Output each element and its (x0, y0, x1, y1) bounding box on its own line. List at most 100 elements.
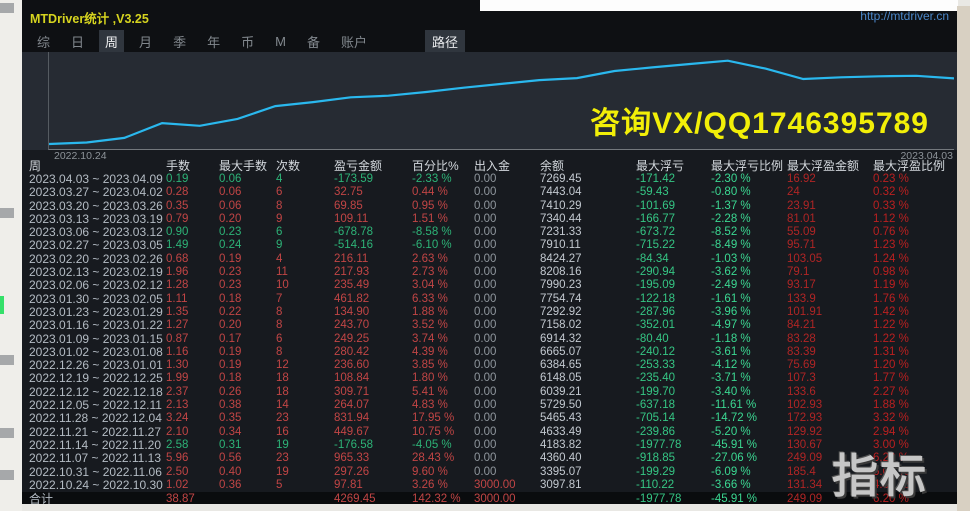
cell: 6039.21 (540, 386, 636, 399)
table-row[interactable]: 2022.11.21 ~ 2022.11.272.100.3416449.671… (22, 426, 957, 439)
cell: 109.11 (334, 213, 412, 226)
cell: 0.00 (474, 399, 540, 412)
cell: -1.18 % (711, 333, 787, 346)
cell: 461.82 (334, 293, 412, 306)
table-row[interactable]: 2023.01.30 ~ 2023.02.051.110.187461.826.… (22, 293, 957, 306)
cell: 0.24 (219, 239, 276, 252)
cell: 69.85 (334, 200, 412, 213)
cell: -6.10 % (412, 239, 474, 252)
cell: -59.43 (636, 186, 711, 199)
tab-账户[interactable]: 账户 (335, 30, 373, 53)
cell: 7910.11 (540, 239, 636, 252)
cell: 7158.02 (540, 319, 636, 332)
cell: 2022.11.14 ~ 2022.11.20 (29, 439, 166, 452)
cell: 1.22 % (873, 333, 954, 346)
cell: -514.16 (334, 239, 412, 252)
table-row[interactable]: 2023.01.09 ~ 2023.01.150.870.176249.253.… (22, 333, 957, 346)
table-row[interactable]: 2022.12.05 ~ 2022.12.112.130.3814264.074… (22, 399, 957, 412)
table-row[interactable]: 2022.10.24 ~ 2022.10.301.020.36597.813.2… (22, 479, 957, 492)
table-row[interactable]: 2022.10.31 ~ 2022.11.062.500.4019297.269… (22, 466, 957, 479)
table-row[interactable]: 2022.11.28 ~ 2022.12.043.240.3523831.941… (22, 412, 957, 425)
cell: -101.69 (636, 200, 711, 213)
cell: 7 (276, 293, 334, 306)
cell: 0.00 (474, 213, 540, 226)
cell: 2023.03.06 ~ 2023.03.12 (29, 226, 166, 239)
table-row[interactable]: 2023.01.02 ~ 2023.01.081.160.198280.424.… (22, 346, 957, 359)
cell: 3.04 % (412, 279, 474, 292)
cell: 19 (276, 466, 334, 479)
tab-综[interactable]: 综 (31, 30, 56, 53)
table-row[interactable]: 2022.12.12 ~ 2022.12.182.370.2618309.715… (22, 386, 957, 399)
table-row[interactable]: 2023.03.27 ~ 2023.04.020.280.06632.750.4… (22, 186, 957, 199)
table-row[interactable]: 2023.01.16 ~ 2023.01.221.270.208243.703.… (22, 319, 957, 332)
cell: 3.74 % (412, 333, 474, 346)
cell: -1.61 % (711, 293, 787, 306)
cell: 28.43 % (412, 452, 474, 465)
cell: 7269.45 (540, 173, 636, 186)
cell: 7990.23 (540, 279, 636, 292)
column-header: 周 (29, 159, 166, 173)
cell: 0.23 (219, 226, 276, 239)
cell: 236.60 (334, 359, 412, 372)
table-row[interactable]: 2023.04.03 ~ 2023.04.090.190.064-173.59-… (22, 173, 957, 186)
cell: 23.91 (787, 200, 873, 213)
cell: -27.06 % (711, 452, 787, 465)
cell: 1.99 (166, 372, 219, 385)
window-edge-artifact (0, 3, 14, 13)
tab-币[interactable]: 币 (235, 30, 260, 53)
cell: -678.78 (334, 226, 412, 239)
cell: -45.91 % (711, 439, 787, 452)
cell: 2.13 (166, 399, 219, 412)
tab-月[interactable]: 月 (133, 30, 158, 53)
tab-日[interactable]: 日 (65, 30, 90, 53)
cell: -705.14 (636, 412, 711, 425)
table-row[interactable]: 2022.11.07 ~ 2022.11.135.960.5623965.332… (22, 452, 957, 465)
cell: 2023.02.20 ~ 2023.02.26 (29, 253, 166, 266)
cell: 0.33 % (873, 200, 954, 213)
cell: 18 (276, 372, 334, 385)
cell: -0.80 % (711, 186, 787, 199)
table-row[interactable]: 2023.02.27 ~ 2023.03.051.490.249-514.16-… (22, 239, 957, 252)
table-row[interactable]: 2023.02.13 ~ 2023.02.191.960.2311217.932… (22, 266, 957, 279)
cell: -3.66 % (711, 479, 787, 492)
cell: -171.42 (636, 173, 711, 186)
cell: 0.31 (219, 439, 276, 452)
tab-M[interactable]: M (269, 32, 292, 51)
path-button[interactable]: 路径 (425, 30, 465, 53)
tab-年[interactable]: 年 (201, 30, 226, 53)
table-row[interactable]: 2022.12.26 ~ 2023.01.011.300.1912236.603… (22, 359, 957, 372)
cell: 0.00 (474, 372, 540, 385)
table-row[interactable]: 2022.12.19 ~ 2022.12.251.990.1818108.841… (22, 372, 957, 385)
cell: 1.31 % (873, 346, 954, 359)
cell: 1.88 % (412, 306, 474, 319)
table-row[interactable]: 2023.01.23 ~ 2023.01.291.350.228134.901.… (22, 306, 957, 319)
cell: 81.01 (787, 213, 873, 226)
cell: -673.72 (636, 226, 711, 239)
cell: -2.30 % (711, 173, 787, 186)
table-row[interactable]: 2022.11.14 ~ 2022.11.202.580.3119-176.58… (22, 439, 957, 452)
cell: 0.23 % (873, 173, 954, 186)
mtdriver-stats-window: MTDriver统计 ,V3.25 http://mtdriver.cn 综日周… (22, 0, 957, 504)
table-row[interactable]: 2023.03.20 ~ 2023.03.260.350.06869.850.9… (22, 200, 957, 213)
cell: 8424.27 (540, 253, 636, 266)
cell: 1.12 % (873, 213, 954, 226)
tab-季[interactable]: 季 (167, 30, 192, 53)
tab-备[interactable]: 备 (301, 30, 326, 53)
cell: 107.3 (787, 372, 873, 385)
table-row[interactable]: 2023.02.20 ~ 2023.02.260.680.194216.112.… (22, 253, 957, 266)
cell: -240.12 (636, 346, 711, 359)
cell: 10 (276, 279, 334, 292)
cell: 0.06 (219, 173, 276, 186)
tab-周[interactable]: 周 (99, 30, 124, 53)
cell: 79.1 (787, 266, 873, 279)
app-url-link[interactable]: http://mtdriver.cn (860, 9, 949, 23)
table-row[interactable]: 2023.03.06 ~ 2023.03.120.900.236-678.78-… (22, 226, 957, 239)
cell: -14.72 % (711, 412, 787, 425)
cell: 2023.02.13 ~ 2023.02.19 (29, 266, 166, 279)
cell: 1.19 % (873, 279, 954, 292)
table-row[interactable]: 2023.02.06 ~ 2023.02.121.280.2310235.493… (22, 279, 957, 292)
cell: 6384.65 (540, 359, 636, 372)
column-header: 最大手数 (219, 159, 276, 173)
table-row[interactable]: 2023.03.13 ~ 2023.03.190.790.209109.111.… (22, 213, 957, 226)
cell: 5.41 % (412, 386, 474, 399)
